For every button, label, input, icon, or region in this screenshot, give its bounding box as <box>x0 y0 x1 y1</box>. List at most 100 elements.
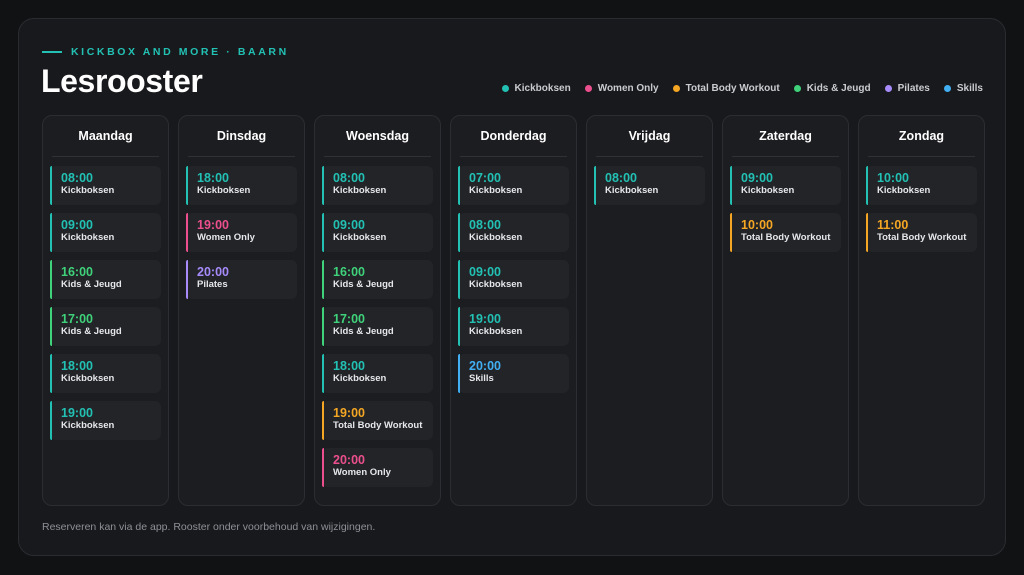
session-time: 09:00 <box>333 218 365 232</box>
session-card[interactable]: 16:00 Kids & Jeugd <box>322 260 433 299</box>
day-heading: Vrijdag <box>596 116 703 157</box>
session-card[interactable]: 09:00 Kickboksen <box>50 213 161 252</box>
session-card[interactable]: 19:00 Women Only <box>186 213 297 252</box>
day-heading: Zondag <box>868 116 975 157</box>
session-class: Kids & Jeugd <box>61 326 122 337</box>
session-time: 09:00 <box>61 218 93 232</box>
session-card[interactable]: 11:00 Total Body Workout <box>866 213 977 252</box>
session-time: 10:00 <box>877 171 909 185</box>
session-card[interactable]: 10:00 Total Body Workout <box>730 213 841 252</box>
session-accent-bar <box>322 260 324 299</box>
session-time: 16:00 <box>333 265 365 279</box>
legend: Kickboksen Women Only Total Body Workout Ki… <box>501 83 983 94</box>
session-card[interactable]: 20:00 Pilates <box>186 260 297 299</box>
session-accent-bar <box>50 260 52 299</box>
session-time: 17:00 <box>333 312 365 326</box>
session-accent-bar <box>458 213 460 252</box>
session-card[interactable]: 19:00 Kickboksen <box>50 401 161 440</box>
session-class: Total Body Workout <box>333 420 423 431</box>
session-class: Kickboksen <box>605 185 659 196</box>
session-time: 19:00 <box>469 312 501 326</box>
session-class: Kids & Jeugd <box>61 279 122 290</box>
day-heading: Maandag <box>52 116 159 157</box>
session-card[interactable]: 10:00 Kickboksen <box>866 166 977 205</box>
session-time: 20:00 <box>333 453 365 467</box>
session-class: Kickboksen <box>61 232 115 243</box>
session-time: 19:00 <box>61 406 93 420</box>
session-time: 11:00 <box>877 218 909 232</box>
session-accent-bar <box>458 307 460 346</box>
session-card[interactable]: 08:00 Kickboksen <box>594 166 705 205</box>
session-card[interactable]: 18:00 Kickboksen <box>50 354 161 393</box>
legend-item: Kickboksen <box>501 83 571 94</box>
session-card[interactable]: 07:00 Kickboksen <box>458 166 569 205</box>
legend-dot-icon <box>672 85 680 92</box>
session-time: 09:00 <box>741 171 773 185</box>
session-accent-bar <box>50 401 52 440</box>
day-heading: Dinsdag <box>188 116 295 157</box>
session-card[interactable]: 09:00 Kickboksen <box>322 213 433 252</box>
legend-item: Pilates <box>884 83 930 94</box>
session-class: Kickboksen <box>333 232 387 243</box>
session-card[interactable]: 17:00 Kids & Jeugd <box>50 307 161 346</box>
session-card[interactable]: 17:00 Kids & Jeugd <box>322 307 433 346</box>
session-accent-bar <box>186 260 188 299</box>
session-card[interactable]: 08:00 Kickboksen <box>458 213 569 252</box>
legend-dot-icon <box>793 85 801 92</box>
session-class: Women Only <box>197 232 255 243</box>
session-class: Kickboksen <box>469 279 523 290</box>
session-accent-bar <box>322 448 324 487</box>
session-accent-bar <box>866 213 868 252</box>
session-accent-bar <box>322 166 324 205</box>
session-class: Kickboksen <box>61 185 115 196</box>
session-card[interactable]: 08:00 Kickboksen <box>322 166 433 205</box>
session-accent-bar <box>50 354 52 393</box>
session-accent-bar <box>322 354 324 393</box>
session-card[interactable]: 16:00 Kids & Jeugd <box>50 260 161 299</box>
session-class: Total Body Workout <box>741 232 831 243</box>
session-time: 19:00 <box>333 406 365 420</box>
session-card[interactable]: 18:00 Kickboksen <box>186 166 297 205</box>
session-time: 08:00 <box>333 171 365 185</box>
session-card[interactable]: 09:00 Kickboksen <box>458 260 569 299</box>
session-card[interactable]: 08:00 Kickboksen <box>50 166 161 205</box>
session-class: Kickboksen <box>469 185 523 196</box>
legend-label: Kickboksen <box>514 83 571 94</box>
legend-label: Pilates <box>897 83 930 94</box>
session-class: Kickboksen <box>741 185 795 196</box>
session-time: 20:00 <box>197 265 229 279</box>
legend-item: Skills <box>943 83 983 94</box>
day-heading: Donderdag <box>460 116 567 157</box>
session-card[interactable]: 19:00 Kickboksen <box>458 307 569 346</box>
session-class: Kickboksen <box>333 185 387 196</box>
session-card[interactable]: 20:00 Skills <box>458 354 569 393</box>
session-time: 19:00 <box>197 218 229 232</box>
session-card[interactable]: 18:00 Kickboksen <box>322 354 433 393</box>
eyebrow-rule <box>42 51 62 53</box>
session-class: Total Body Workout <box>877 232 967 243</box>
legend-item: Women Only <box>584 83 659 94</box>
session-time: 17:00 <box>61 312 93 326</box>
session-class: Kickboksen <box>197 185 251 196</box>
day-column: Maandag 08:00 Kickboksen 09:00 Kickboksen 16:… <box>42 115 169 506</box>
eyebrow: KICKBOX AND MORE · BAARN <box>42 46 289 58</box>
day-heading: Zaterdag <box>732 116 839 157</box>
session-accent-bar <box>186 166 188 205</box>
day-column: Vrijdag 08:00 Kickboksen <box>586 115 713 506</box>
session-class: Kickboksen <box>61 373 115 384</box>
session-time: 08:00 <box>61 171 93 185</box>
session-class: Kids & Jeugd <box>333 279 394 290</box>
session-accent-bar <box>458 354 460 393</box>
day-column: Zaterdag 09:00 Kickboksen 10:00 Total Body W… <box>722 115 849 506</box>
day-column: Donderdag 07:00 Kickboksen 08:00 Kickboksen 0… <box>450 115 577 506</box>
day-heading: Woensdag <box>324 116 431 157</box>
session-card[interactable]: 19:00 Total Body Workout <box>322 401 433 440</box>
legend-item: Total Body Workout <box>672 83 780 94</box>
schedule-card: KICKBOX AND MORE · BAARN Lesrooster Kick… <box>18 18 1006 556</box>
session-card[interactable]: 20:00 Women Only <box>322 448 433 487</box>
legend-dot-icon <box>943 85 951 92</box>
session-card[interactable]: 09:00 Kickboksen <box>730 166 841 205</box>
day-column: Zondag 10:00 Kickboksen 11:00 Total Body Wor… <box>858 115 985 506</box>
session-accent-bar <box>458 166 460 205</box>
session-class: Pilates <box>197 279 228 290</box>
